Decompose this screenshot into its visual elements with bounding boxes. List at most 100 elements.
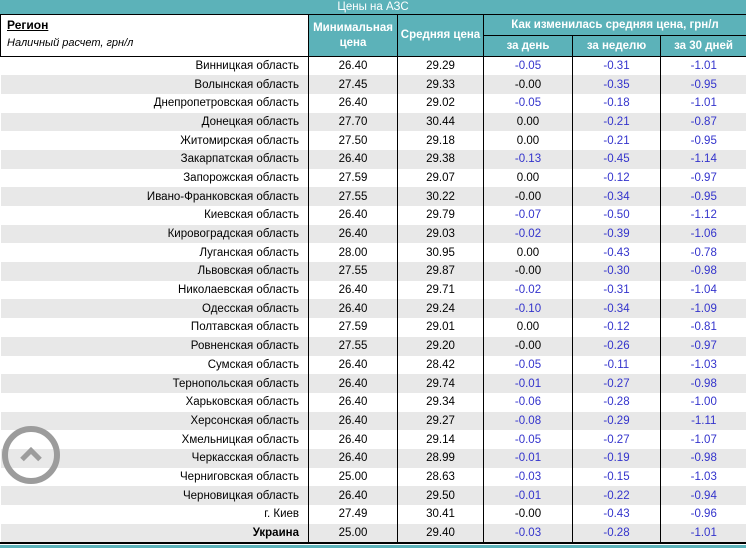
change-month-cell: -0.94	[659, 486, 746, 505]
table-row: Ивано-Франковская область 27.55 30.22 -0.00…	[0, 187, 746, 206]
min-price-cell: 27.55	[308, 336, 398, 356]
change-week-cell: -0.21	[572, 112, 661, 132]
table-row: Винницкая область 26.40 29.29 -0.05 -0.31 -1.…	[1, 56, 746, 76]
table-row: Украина 25.00 29.40 -0.03 -0.28 -1.01	[0, 523, 746, 543]
region-cell: Ровненская область	[190, 340, 299, 353]
region-cell: Днепропетровская область	[153, 97, 299, 110]
change-week-cell: -0.12	[572, 168, 661, 188]
table-row: Хмельницкая область 26.40 29.14 -0.05 -0.27-…	[1, 430, 746, 449]
change-month-cell: -0.95	[659, 187, 746, 206]
avg-price-cell: 29.03	[397, 224, 484, 244]
change-month-cell: -0.98	[659, 448, 746, 468]
avg-price-cell: 29.29	[397, 56, 484, 76]
avg-price-cell: 29.24	[397, 299, 484, 319]
change-month-cell: -0.98	[659, 262, 746, 281]
min-price-cell: 28.00	[308, 243, 398, 263]
avg-price-cell: 29.14	[397, 430, 484, 449]
avg-price-cell: 29.38	[397, 149, 484, 169]
min-price-cell: 26.40	[308, 299, 398, 319]
region-cell: Киевская область	[204, 209, 299, 222]
min-price-cell: 27.70	[308, 112, 398, 132]
table-row: Полтавская область 27.59 29.01 0.00 -0.12 -0.…	[1, 318, 746, 337]
region-cell: Ивано-Франковская область	[146, 190, 299, 203]
change-week-cell: -0.43	[572, 505, 661, 524]
region-cell: Запорожская область	[183, 171, 299, 184]
table-row: Херсонская область 26.40 29.27 -0.08 -0.29 -1…	[0, 411, 746, 431]
avg-price-cell: 29.50	[397, 486, 484, 505]
change-day-cell: -0.05	[483, 93, 573, 113]
min-price-cell: 27.55	[308, 187, 398, 206]
region-cell: Винницкая область	[195, 60, 300, 73]
change-day-cell: -0.10	[483, 299, 573, 319]
region-cell: Львовская область	[197, 265, 299, 278]
region-cell: Херсонская область	[190, 414, 299, 427]
avg-price-cell: 30.44	[397, 112, 484, 132]
min-price-cell: 27.59	[308, 168, 398, 188]
change-day-header: за день	[483, 35, 573, 57]
change-month-cell: -0.97	[659, 336, 746, 356]
region-cell: Житомирская область	[180, 134, 299, 147]
change-day-cell: -0.07	[483, 206, 573, 225]
change-week-cell: -0.31	[572, 280, 661, 300]
table-row: Тернопольская область 26.40 29.74 -0.01 -0.2…	[0, 374, 746, 393]
min-price-cell: 26.40	[308, 430, 398, 449]
min-price-cell: 26.40	[308, 392, 398, 412]
min-price-cell: 27.55	[308, 262, 398, 281]
region-cell: Закарпатская область	[180, 153, 299, 166]
table-row: г. Киев 27.49 30.41 -0.00 -0.43 -0.96	[1, 505, 746, 524]
change-day-cell: -0.01	[483, 374, 573, 393]
change-week-cell: -0.15	[572, 467, 661, 487]
table-row: Сумская область 26.40 28.42 -0.05 -0.11 -1.03	[1, 355, 746, 375]
change-day-cell: 0.00	[483, 131, 573, 150]
change-month-cell: -0.95	[659, 75, 746, 94]
chevron-up-icon	[20, 446, 42, 462]
avg-price-cell: 28.42	[397, 355, 484, 375]
avg-price-cell: 30.22	[397, 187, 484, 206]
table-row: Волынская область 27.45 29.33 -0.00 -0.35 -0.…	[0, 75, 746, 94]
change-week-cell: -0.45	[572, 149, 661, 169]
change-day-cell: -0.01	[483, 448, 573, 468]
change-month-cell: -1.12	[659, 206, 746, 225]
table-title: Цены на АЗС	[337, 1, 409, 13]
change-week-cell: -0.12	[572, 318, 661, 337]
change-week-cell: -0.21	[572, 131, 661, 150]
change-week-cell: -0.35	[572, 75, 661, 94]
change-week-cell: -0.30	[572, 262, 661, 281]
bottom-teal-bar	[0, 545, 746, 549]
change-day-cell: -0.01	[483, 486, 573, 505]
change-week-cell: -0.11	[572, 355, 661, 375]
change-day-cell: -0.08	[483, 411, 573, 431]
min-price-cell: 27.45	[308, 75, 398, 94]
min-price-header: Минимальная цена	[308, 14, 398, 57]
change-month-cell: -0.96	[659, 505, 746, 524]
change-day-cell: 0.00	[483, 168, 573, 188]
avg-price-cell: 29.02	[397, 93, 484, 113]
change-day-cell: -0.06	[483, 392, 573, 412]
region-cell: Тернопольская область	[172, 377, 299, 390]
min-price-cell: 27.50	[308, 131, 398, 150]
region-cell: Черновицкая область	[182, 489, 299, 502]
change-month-cell: -0.95	[659, 131, 746, 150]
min-price-cell: 25.00	[308, 523, 398, 543]
region-cell: Харьковская область	[185, 396, 299, 409]
change-week-cell: -0.34	[572, 187, 661, 206]
avg-price-cell: 29.01	[397, 318, 484, 337]
avg-price-cell: 29.18	[397, 131, 484, 150]
change-week-cell: -0.50	[572, 206, 661, 225]
table-row: Одесская область 26.40 29.24 -0.10 -0.34 -1.0…	[0, 299, 746, 319]
avg-price-header: Средняя цена	[397, 14, 484, 57]
change-day-cell: 0.00	[483, 318, 573, 337]
table-row: Черновицкая область 26.40 29.50 -0.01 -0.22-…	[0, 486, 746, 505]
change-week-cell: -0.27	[572, 374, 661, 393]
fuel-price-table: Регион Наличный расчет, грн/л Минимальна…	[0, 14, 746, 543]
region-cell: Сумская область	[207, 358, 299, 371]
region-cell: Донецкая область	[201, 115, 299, 128]
table-row: Киевская область 26.40 29.79 -0.07 -0.50 -1.1…	[1, 206, 746, 225]
scroll-top-button[interactable]	[2, 426, 60, 484]
avg-price-cell: 29.40	[397, 523, 484, 543]
change-week-cell: -0.27	[572, 430, 661, 449]
change-month-cell: -1.06	[659, 224, 746, 244]
table-bottom-border	[0, 542, 746, 545]
min-price-cell: 26.40	[308, 56, 398, 76]
avg-price-cell: 29.71	[397, 280, 484, 300]
